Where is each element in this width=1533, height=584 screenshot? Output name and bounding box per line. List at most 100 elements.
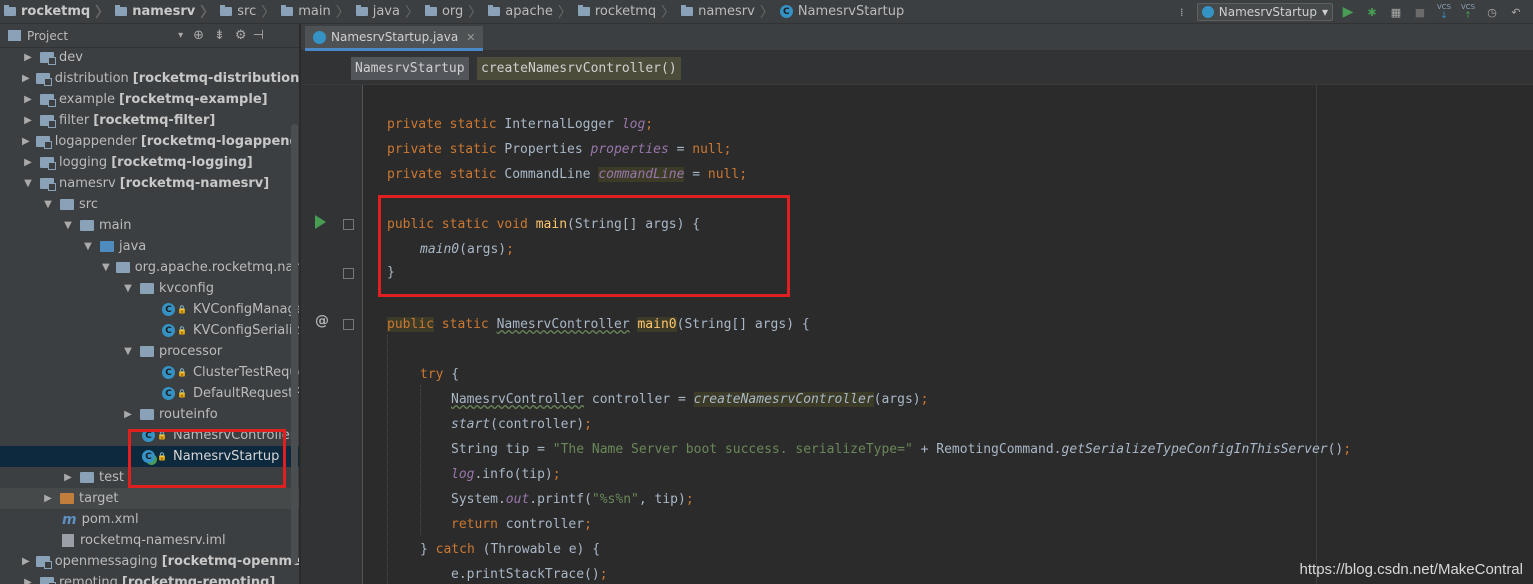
tree-item[interactable]: rocketmq-namesrv.iml (0, 530, 299, 551)
tree-item[interactable]: ▶ target (0, 488, 299, 509)
chevron-right-icon: 〉 (404, 4, 419, 21)
chevron-right-icon[interactable]: ▶ (22, 556, 30, 567)
chevron-right-icon[interactable]: ▶ (22, 577, 34, 584)
run-gutter-icon[interactable] (315, 215, 326, 229)
chevron-right-icon: 〉 (261, 4, 276, 21)
code-line: return controller; (451, 517, 592, 532)
tree-item[interactable]: ▼ processor (0, 341, 299, 362)
tree-item[interactable]: C 🔒 NamesrvController (0, 425, 299, 446)
package-icon (140, 346, 154, 357)
tree-item[interactable]: ▼ java (0, 236, 299, 257)
fold-icon[interactable] (343, 219, 354, 230)
tree-item[interactable]: ▶ filter [rocketmq-filter] (0, 110, 299, 131)
chevron-down-icon[interactable]: ▼ (82, 241, 94, 252)
chevron-right-icon[interactable]: ▶ (42, 493, 54, 504)
debug-icon[interactable]: ✱ (1363, 3, 1381, 21)
module-folder-icon (40, 94, 56, 107)
tree-item[interactable]: ▼ kvconfig (0, 278, 299, 299)
editor-breadcrumb-class[interactable]: NamesrvStartup (351, 57, 469, 80)
run-configuration-select[interactable]: NamesrvStartup ▾ (1196, 3, 1333, 21)
scrollbar[interactable] (291, 124, 298, 564)
coverage-icon[interactable]: ▦ (1387, 3, 1405, 21)
tree-item[interactable]: ▶ example [rocketmq-example] (0, 89, 299, 110)
chevron-down-icon[interactable]: ▾ (178, 30, 183, 41)
breadcrumb-item[interactable]: src 〉 (220, 0, 281, 24)
chevron-down-icon[interactable]: ▼ (42, 199, 54, 210)
class-icon: C (162, 324, 175, 337)
binary-icon[interactable]: ⁞ (1173, 3, 1191, 21)
navigation-bar: rocketmq 〉 namesrv 〉 src 〉 main 〉 java 〉 org 〉… (0, 0, 1533, 24)
tree-item[interactable]: ▼ main (0, 215, 299, 236)
tree-item[interactable]: m pom.xml (0, 509, 299, 530)
code-editor[interactable]: private static InternalLogger log; priva… (363, 85, 1533, 584)
folder-icon (281, 5, 294, 16)
locate-icon[interactable]: ⊕ (193, 28, 204, 43)
fold-icon[interactable] (343, 268, 354, 279)
tree-item[interactable]: ▶openmessaging[rocketmq-openmessag (0, 551, 299, 572)
chevron-right-icon[interactable]: ▶ (22, 115, 34, 126)
tree-item[interactable]: ▶ dev (0, 47, 299, 68)
code-line: } (387, 265, 395, 280)
chevron-down-icon[interactable]: ▼ (102, 262, 110, 273)
breadcrumb-item[interactable]: namesrv 〉 (681, 0, 780, 24)
close-icon[interactable]: ✕ (466, 31, 475, 44)
chevron-right-icon[interactable]: ▶ (22, 52, 34, 63)
tree-item[interactable]: ▶logappender[rocketmq-logappender] (0, 131, 299, 152)
breadcrumb-item[interactable]: org 〉 (424, 0, 488, 24)
tree-item[interactable]: ▼ namesrv [rocketmq-namesrv] (0, 173, 299, 194)
tree-item[interactable]: C🔒DefaultRequestPro (0, 383, 299, 404)
tree-item[interactable]: ▼ org.apache.rocketmq.name (0, 257, 299, 278)
chevron-down-icon[interactable]: ▼ (122, 346, 134, 357)
tree-item[interactable]: ▶ distribution [rocketmq-distribution] (0, 68, 299, 89)
source-folder-icon (100, 241, 114, 252)
chevron-down-icon[interactable]: ▼ (22, 178, 34, 189)
chevron-right-icon[interactable]: ▶ (22, 94, 34, 105)
run-icon[interactable]: ▶ (1339, 3, 1357, 21)
module-folder-icon (40, 577, 56, 584)
chevron-down-icon[interactable]: ▼ (122, 283, 134, 294)
editor-breadcrumbs: NamesrvStartup createNamesrvController() (301, 51, 1533, 85)
collapse-icon[interactable]: ⇟ (214, 28, 225, 43)
main-toolbar: ⁞ NamesrvStartup ▾ ▶ ✱ ▦ ■ VCS ↓ VCS ↑ ◷ ↶ (1173, 0, 1533, 24)
breadcrumb-item[interactable]: java 〉 (355, 0, 425, 24)
package-icon (140, 409, 154, 420)
hide-icon[interactable]: ⊣ (253, 28, 264, 43)
tab-namesrvstartup[interactable]: NamesrvStartup.java ✕ (305, 26, 484, 51)
vcs-update-icon[interactable]: VCS ↓ (1435, 3, 1453, 21)
chevron-right-icon: 〉 (468, 4, 483, 21)
tree-item-selected[interactable]: C 🔒 NamesrvStartup (0, 446, 299, 467)
tree-item[interactable]: C 🔒 ClusterTestReque (0, 362, 299, 383)
tree-item[interactable]: C 🔒 KVConfigSerialize (0, 320, 299, 341)
breadcrumb-item[interactable]: apache 〉 (488, 0, 578, 24)
breadcrumb-item[interactable]: rocketmq 〉 (4, 0, 115, 24)
tree-item[interactable]: C 🔒 KVConfigManage (0, 299, 299, 320)
chevron-right-icon[interactable]: ▶ (22, 136, 30, 147)
code-line: log.info(tip); (451, 467, 561, 482)
breadcrumb-item[interactable]: rocketmq 〉 (577, 0, 681, 24)
folder-icon (115, 5, 128, 16)
chevron-right-icon[interactable]: ▶ (22, 157, 34, 168)
lock-icon: 🔒 (177, 389, 187, 398)
fold-icon[interactable] (343, 319, 354, 330)
tree-item[interactable]: ▶ test (0, 467, 299, 488)
gear-icon[interactable]: ⚙ (235, 28, 247, 43)
editor-breadcrumb-method[interactable]: createNamesrvController() (477, 57, 681, 80)
breadcrumb-item[interactable]: namesrv 〉 (115, 0, 220, 24)
chevron-right-icon[interactable]: ▶ (122, 409, 134, 420)
tree-item[interactable]: ▶ routeinfo (0, 404, 299, 425)
folder-icon (355, 5, 368, 16)
lock-icon: 🔒 (177, 326, 187, 335)
chevron-right-icon: 〉 (335, 4, 350, 21)
revert-icon[interactable]: ↶ (1507, 3, 1525, 21)
chevron-right-icon[interactable]: ▶ (62, 472, 74, 483)
vcs-commit-icon[interactable]: VCS ↑ (1459, 3, 1477, 21)
tree-item[interactable]: ▼ src (0, 194, 299, 215)
chevron-right-icon[interactable]: ▶ (22, 73, 30, 84)
tree-item[interactable]: ▶ logging [rocketmq-logging] (0, 152, 299, 173)
breadcrumb-item[interactable]: C NamesrvStartup (779, 0, 904, 24)
tree-item[interactable]: ▶ remoting [rocketmq-remoting] (0, 572, 299, 584)
stop-icon[interactable]: ■ (1411, 3, 1429, 21)
chevron-down-icon[interactable]: ▼ (62, 220, 74, 231)
history-icon[interactable]: ◷ (1483, 3, 1501, 21)
breadcrumb-item[interactable]: main 〉 (281, 0, 355, 24)
